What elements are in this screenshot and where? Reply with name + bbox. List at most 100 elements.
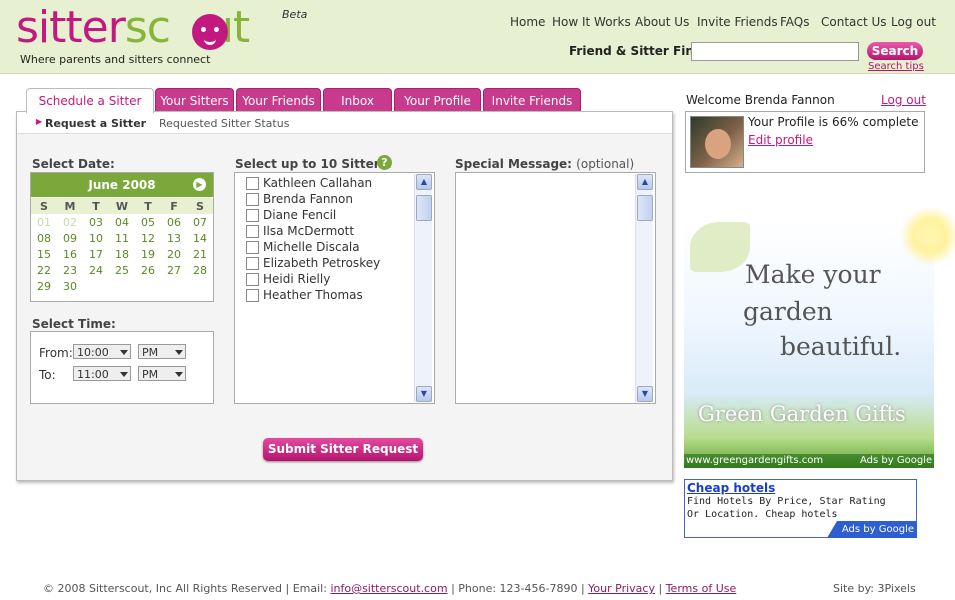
avatar[interactable] [690, 116, 744, 168]
special-message-label: Special Message: (optional) [455, 157, 635, 171]
next-month-icon[interactable]: ▶ [193, 178, 206, 191]
nav-faqs[interactable]: FAQs [780, 15, 810, 29]
ad-headline-line3: beautiful. [780, 332, 902, 361]
calendar-day[interactable]: 01 [31, 216, 57, 229]
sitter-name[interactable]: Kathleen Callahan [263, 176, 372, 190]
logout-link[interactable]: Log out [881, 93, 926, 107]
tab-your-profile[interactable]: Your Profile [394, 88, 481, 111]
calendar-day[interactable]: 12 [135, 232, 161, 245]
calendar-day[interactable]: 11 [109, 232, 135, 245]
calendar-day[interactable]: 02 [57, 216, 83, 229]
sitter-name[interactable]: Diane Fencil [263, 208, 336, 222]
sitter-checkbox[interactable] [246, 273, 259, 286]
sitter-checkbox[interactable] [246, 289, 259, 302]
calendar-day[interactable]: 24 [83, 264, 109, 277]
sitter-checkbox[interactable] [246, 209, 259, 222]
scroll-down-icon[interactable]: ▼ [416, 386, 432, 402]
search-button[interactable]: Search [867, 42, 923, 60]
scroll-thumb[interactable] [416, 195, 432, 221]
to-time-select[interactable]: 11:00 [73, 366, 131, 381]
tab-your-sitters[interactable]: Your Sitters [155, 88, 234, 111]
calendar-day[interactable]: 05 [135, 216, 161, 229]
beta-label: Beta [282, 8, 308, 21]
scroll-down-icon[interactable]: ▼ [637, 386, 653, 402]
nav-about-us[interactable]: About Us [635, 15, 689, 29]
sitter-name[interactable]: Brenda Fannon [263, 192, 353, 206]
message-scrollbar[interactable]: ▲ ▼ [635, 174, 653, 402]
sitter-checkbox[interactable] [246, 257, 259, 270]
calendar-day[interactable]: 06 [161, 216, 187, 229]
chevron-down-icon [120, 350, 128, 355]
calendar-day[interactable]: 07 [187, 216, 213, 229]
sitter-name[interactable]: Heidi Rielly [263, 272, 330, 286]
calendar-day[interactable]: 19 [135, 248, 161, 261]
calendar-day[interactable]: 13 [161, 232, 187, 245]
tab-invite-friends[interactable]: Invite Friends [483, 88, 581, 111]
calendar-day[interactable]: 30 [57, 280, 83, 293]
ads-by-google-badge[interactable]: Ads by Google [827, 521, 917, 538]
submit-sitter-request-button[interactable]: Submit Sitter Request [263, 438, 423, 461]
calendar-day[interactable]: 16 [57, 248, 83, 261]
nav-contact-us[interactable]: Contact Us [821, 15, 887, 29]
search-tips-link[interactable]: Search tips [868, 61, 924, 72]
sitter-list-scrollbar[interactable]: ▲ ▼ [414, 174, 432, 402]
tab-schedule-a-sitter[interactable]: Schedule a Sitter [26, 88, 154, 113]
from-time-select[interactable]: 10:00 [73, 344, 131, 359]
calendar-day[interactable]: 03 [83, 216, 109, 229]
to-label: To: [39, 368, 56, 382]
ad-url[interactable]: www.greengardengifts.com [686, 455, 823, 466]
tab-your-friends[interactable]: Your Friends [236, 88, 321, 111]
tab-inbox[interactable]: Inbox [323, 88, 392, 111]
sitter-checkbox[interactable] [246, 177, 259, 190]
nav-log-out[interactable]: Log out [891, 15, 936, 29]
scroll-thumb[interactable] [637, 195, 653, 221]
sitter-name[interactable]: Ilsa McDermott [263, 224, 354, 238]
ad-title-link[interactable]: Cheap hotels [687, 481, 775, 495]
footer-privacy-link[interactable]: Your Privacy [588, 582, 655, 595]
ads-by-google-label[interactable]: Ads by Google [860, 455, 932, 466]
triangle-right-icon: ▶ [36, 117, 43, 126]
calendar-day[interactable]: 27 [161, 264, 187, 277]
calendar-day[interactable]: 20 [161, 248, 187, 261]
calendar-day[interactable]: 08 [31, 232, 57, 245]
calendar-day[interactable]: 04 [109, 216, 135, 229]
ad-headline-line2: garden [743, 297, 833, 326]
calendar-month: June 2008 [31, 173, 213, 197]
subtab-requested-sitter-status[interactable]: Requested Sitter Status [159, 117, 289, 130]
sitter-checkbox[interactable] [246, 193, 259, 206]
scroll-up-icon[interactable]: ▲ [416, 174, 432, 190]
nav-home[interactable]: Home [510, 15, 545, 29]
from-ampm-select[interactable]: PM [138, 344, 186, 359]
calendar-day[interactable]: 14 [187, 232, 213, 245]
sitter-name[interactable]: Elizabeth Petroskey [263, 256, 380, 270]
subtab-request-a-sitter[interactable]: Request a Sitter [45, 117, 146, 130]
calendar-day[interactable]: 09 [57, 232, 83, 245]
special-message-textarea[interactable] [455, 172, 656, 404]
calendar-day[interactable]: 10 [83, 232, 109, 245]
footer-email-link[interactable]: info@sitterscout.com [330, 582, 447, 595]
finder-search-input[interactable] [691, 42, 859, 61]
sitter-name[interactable]: Heather Thomas [263, 288, 363, 302]
calendar-day[interactable]: 21 [187, 248, 213, 261]
edit-profile-link[interactable]: Edit profile [748, 133, 813, 147]
calendar-day[interactable]: 22 [31, 264, 57, 277]
calendar-day[interactable]: 23 [57, 264, 83, 277]
scroll-up-icon[interactable]: ▲ [637, 174, 653, 190]
select-sitters-label: Select up to 10 Sitters: [235, 157, 392, 171]
calendar-day[interactable]: 17 [83, 248, 109, 261]
calendar-day[interactable]: 29 [31, 280, 57, 293]
calendar-day[interactable]: 25 [109, 264, 135, 277]
calendar-day[interactable]: 26 [135, 264, 161, 277]
help-icon[interactable]: ? [377, 155, 392, 170]
calendar-day[interactable]: 28 [187, 264, 213, 277]
weekday-header: S [40, 200, 48, 213]
nav-invite-friends[interactable]: Invite Friends [697, 15, 778, 29]
footer-terms-link[interactable]: Terms of Use [666, 582, 737, 595]
nav-how-it-works[interactable]: How It Works [552, 15, 631, 29]
calendar-day[interactable]: 15 [31, 248, 57, 261]
sitter-name[interactable]: Michelle Discala [263, 240, 360, 254]
to-ampm-select[interactable]: PM [138, 366, 186, 381]
calendar-day[interactable]: 18 [109, 248, 135, 261]
sitter-checkbox[interactable] [246, 241, 259, 254]
sitter-checkbox[interactable] [246, 225, 259, 238]
